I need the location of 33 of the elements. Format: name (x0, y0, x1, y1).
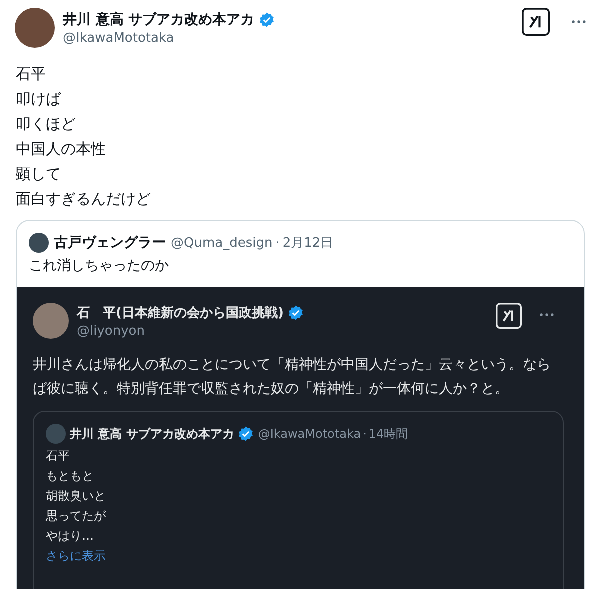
avatar[interactable] (15, 8, 55, 48)
quote-text-line: やはり… (46, 528, 95, 545)
post-text-line: 中国人の本性 (16, 139, 107, 160)
more-icon[interactable] (540, 313, 554, 317)
quote-author-name: 井川 意高 サブアカ改め本アカ (70, 426, 234, 442)
separator-dot: · (276, 236, 280, 250)
quote-text: これ消しちゃったのか (28, 257, 170, 276)
quote-card[interactable] (16, 220, 585, 589)
separator-dot: · (363, 427, 367, 441)
avatar[interactable] (29, 233, 49, 253)
author-name[interactable]: 井川 意高 サブアカ改め本アカ (63, 10, 255, 28)
post-text-line: 面白すぎるんだけど (16, 189, 152, 210)
quote-text-line: 石平 (46, 448, 71, 465)
post-text-line: 叩けば (16, 89, 62, 110)
post-text-line: 顕して (16, 164, 62, 185)
quote-text-line: 思ってたが (46, 508, 107, 525)
show-more-link[interactable]: さらに表示 (46, 546, 551, 566)
post-text: 井川さんは帰化人の私のことについて「精神性が中国人だった」云々という。ならば彼に聴く。特別背任罪で収監された奴の「精神性」が一体何に人か？と。 (33, 356, 552, 399)
author-handle[interactable]: @IkawaMototaka (63, 30, 514, 46)
avatar[interactable] (33, 303, 69, 339)
quote-text-line: もともと (46, 468, 95, 485)
grok-icon[interactable] (522, 8, 550, 36)
quote-author-name: 古戸ヴェングラー (54, 234, 166, 252)
post-text-line: 石平 (16, 64, 47, 85)
author-name: 石 平(日本維新の会から国政挑戦) (77, 304, 284, 322)
quote-author-handle: @IkawaMototaka (258, 427, 362, 441)
quote-author-handle: @Quma_design (171, 236, 273, 250)
post-text-line: 叩くほど (16, 114, 77, 135)
quote-time: 14時間 (368, 426, 408, 442)
quote-text-line: 胡散臭いと (46, 488, 107, 505)
more-icon[interactable] (572, 20, 586, 24)
author-handle: @liyonyon (77, 324, 146, 338)
quote-date: 2月12日 (282, 235, 334, 252)
